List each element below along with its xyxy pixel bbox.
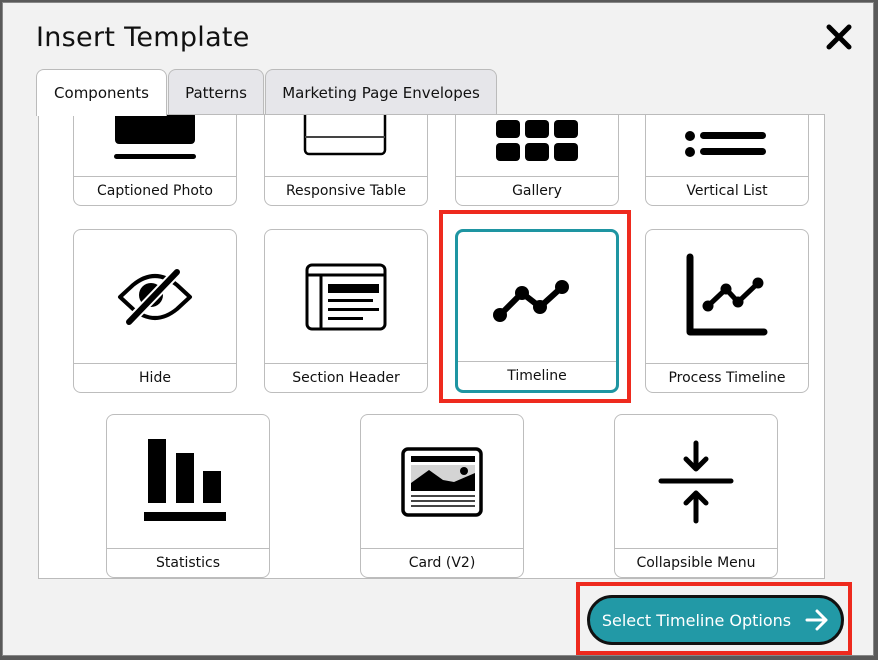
component-label: Timeline bbox=[458, 361, 616, 390]
section-header-icon bbox=[265, 230, 427, 363]
table-icon bbox=[265, 115, 427, 176]
bar-chart-icon bbox=[107, 415, 269, 548]
component-label: Process Timeline bbox=[646, 363, 808, 392]
component-card-card-v2[interactable]: Card (V2) bbox=[360, 414, 524, 578]
insert-template-dialog: Insert Template Components Patterns Mark… bbox=[2, 2, 874, 656]
component-label: Collapsible Menu bbox=[615, 548, 777, 577]
tab-label: Patterns bbox=[185, 83, 247, 102]
component-card-timeline[interactable]: Timeline bbox=[455, 229, 619, 393]
collapse-arrows-icon bbox=[615, 415, 777, 548]
components-panel[interactable]: Captioned Photo Responsive Table Gallery… bbox=[38, 114, 825, 579]
component-card-captioned-photo[interactable]: Captioned Photo bbox=[73, 115, 237, 206]
captioned-photo-icon bbox=[74, 115, 236, 176]
arrow-right-icon bbox=[805, 609, 828, 631]
component-card-process-timeline[interactable]: Process Timeline bbox=[645, 229, 809, 393]
tab-label: Components bbox=[54, 84, 149, 102]
chart-axis-icon bbox=[646, 230, 808, 363]
component-card-responsive-table[interactable]: Responsive Table bbox=[264, 115, 428, 206]
button-label: Select Timeline Options bbox=[601, 610, 792, 630]
dialog-title: Insert Template bbox=[36, 22, 250, 53]
close-icon bbox=[826, 24, 852, 50]
list-icon bbox=[646, 115, 808, 176]
tab-patterns[interactable]: Patterns bbox=[168, 69, 264, 115]
component-card-collapsible-menu[interactable]: Collapsible Menu bbox=[614, 414, 778, 578]
card-image-icon bbox=[361, 415, 523, 548]
gallery-grid-icon bbox=[456, 115, 618, 176]
component-card-hide[interactable]: Hide bbox=[73, 229, 237, 393]
component-label: Responsive Table bbox=[265, 176, 427, 205]
component-label: Statistics bbox=[107, 548, 269, 577]
component-label: Vertical List bbox=[646, 176, 808, 205]
component-card-section-header[interactable]: Section Header bbox=[264, 229, 428, 393]
select-timeline-options-button[interactable]: Select Timeline Options bbox=[587, 595, 844, 645]
component-card-gallery[interactable]: Gallery bbox=[455, 115, 619, 206]
tab-label: Marketing Page Envelopes bbox=[282, 83, 480, 102]
component-label: Card (V2) bbox=[361, 548, 523, 577]
eye-slash-icon bbox=[74, 230, 236, 363]
tab-marketing-page-envelopes[interactable]: Marketing Page Envelopes bbox=[265, 69, 497, 115]
component-label: Captioned Photo bbox=[74, 176, 236, 205]
component-label: Gallery bbox=[456, 176, 618, 205]
component-card-statistics[interactable]: Statistics bbox=[106, 414, 270, 578]
component-card-vertical-list[interactable]: Vertical List bbox=[645, 115, 809, 206]
tab-components[interactable]: Components bbox=[36, 69, 167, 116]
close-button[interactable] bbox=[821, 19, 857, 55]
component-label: Hide bbox=[74, 363, 236, 392]
line-chart-icon bbox=[458, 232, 616, 361]
component-label: Section Header bbox=[265, 363, 427, 392]
